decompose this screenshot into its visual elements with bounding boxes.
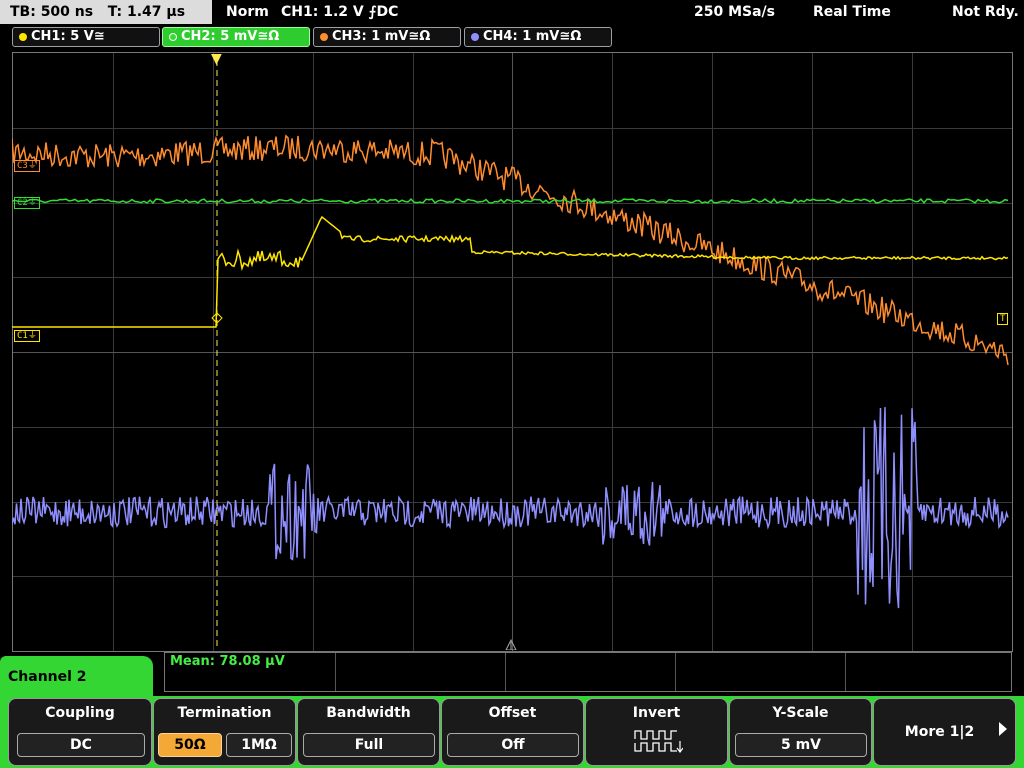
bandwidth-value[interactable]: Full [303, 733, 435, 757]
invert-softkey[interactable]: Invert [585, 698, 728, 766]
tab-ch2-label: CH2: 5 mV≅Ω [181, 29, 280, 44]
waveform-display [12, 60, 1009, 650]
coupling-title: Coupling [45, 705, 115, 721]
ch2-ground-marker[interactable]: C2⏚ [14, 197, 40, 209]
meas-divider [335, 653, 336, 691]
termination-softkey[interactable]: Termination 50Ω 1MΩ [153, 698, 296, 766]
measurement-mean[interactable]: Mean: 78.08 µV [170, 654, 285, 669]
channel-panel-tab[interactable]: Channel 2 [0, 656, 153, 696]
ch3-dot-icon [320, 33, 328, 41]
ch1-ground-marker[interactable]: C1⏚ [14, 330, 40, 342]
yscale-title: Y-Scale [772, 705, 829, 721]
coupling-value[interactable]: DC [17, 733, 145, 757]
meas-divider [845, 653, 846, 691]
ch1-marker-label: C1 [17, 331, 28, 341]
ch1-trace [12, 215, 1009, 328]
tab-ch1-label: CH1: 5 V≅ [31, 29, 105, 44]
trigger-time-value: T: 1.47 µs [107, 4, 186, 20]
bandwidth-softkey[interactable]: Bandwidth Full [297, 698, 440, 766]
meas-divider [675, 653, 676, 691]
acquisition-mode: Real Time [813, 4, 891, 20]
channel-panel-title: Channel 2 [8, 669, 87, 685]
offset-title: Offset [488, 705, 537, 721]
ch4-dot-icon [471, 33, 479, 41]
more-label: More 1|2 [904, 724, 975, 740]
tab-ch4[interactable]: CH4: 1 mV≅Ω [464, 27, 612, 47]
trigger-marker-icon[interactable]: ▼ [211, 51, 222, 67]
coupling-softkey[interactable]: Coupling DC [8, 698, 152, 766]
termination-title: Termination [177, 705, 272, 721]
sample-rate: 250 MSa/s [694, 4, 776, 20]
termination-50-ohm-option[interactable]: 50Ω [158, 733, 222, 757]
tab-ch4-label: CH4: 1 mV≅Ω [483, 29, 582, 44]
ch2-marker-label: C2 [17, 198, 28, 208]
invert-title: Invert [632, 705, 681, 721]
more-softkey[interactable]: More 1|2 [873, 698, 1016, 766]
ch3-ground-marker[interactable]: C3⏚ [14, 160, 40, 172]
ch2-dot-icon [169, 33, 177, 41]
offset-softkey[interactable]: Offset Off [441, 698, 584, 766]
tab-ch1[interactable]: CH1: 5 V≅ [12, 27, 160, 47]
tab-ch3[interactable]: CH3: 1 mV≅Ω [313, 27, 461, 47]
trigger-mode[interactable]: Norm [226, 0, 269, 24]
tab-ch2[interactable]: CH2: 5 mV≅Ω [162, 27, 310, 47]
trigger-status: Not Rdy. [952, 4, 1019, 20]
channel-tab-row: CH1: 5 V≅ CH2: 5 mV≅Ω CH3: 1 mV≅Ω CH4: 1… [0, 26, 1024, 48]
timebase-readout[interactable]: TB: 500 ns T: 1.47 µs [0, 0, 212, 24]
trigger-info[interactable]: CH1: 1.2 V ⨍DC [281, 0, 398, 24]
ch3-trace [12, 134, 1009, 366]
measurement-strip: Mean: 78.08 µV [164, 652, 1012, 692]
trigger-level-marker-icon[interactable]: T [997, 313, 1009, 325]
next-page-arrow-icon [999, 722, 1007, 736]
status-bar: TB: 500 ns T: 1.47 µs Norm CH1: 1.2 V ⨍D… [0, 0, 1024, 24]
ch2-trace [12, 197, 1009, 205]
timebase-value: TB: 500 ns [10, 4, 94, 20]
yscale-value[interactable]: 5 mV [735, 733, 867, 757]
offset-value[interactable]: Off [447, 733, 579, 757]
termination-1M-ohm-option[interactable]: 1MΩ [226, 733, 292, 757]
tab-ch3-label: CH3: 1 mV≅Ω [332, 29, 431, 44]
ch4-trace [12, 407, 1009, 609]
meas-divider [505, 653, 506, 691]
ch3-marker-label: C3 [17, 161, 28, 171]
bandwidth-title: Bandwidth [326, 705, 411, 721]
invert-waveform-icon [634, 730, 683, 753]
ch1-dot-icon [19, 33, 27, 41]
yscale-softkey[interactable]: Y-Scale 5 mV [729, 698, 872, 766]
